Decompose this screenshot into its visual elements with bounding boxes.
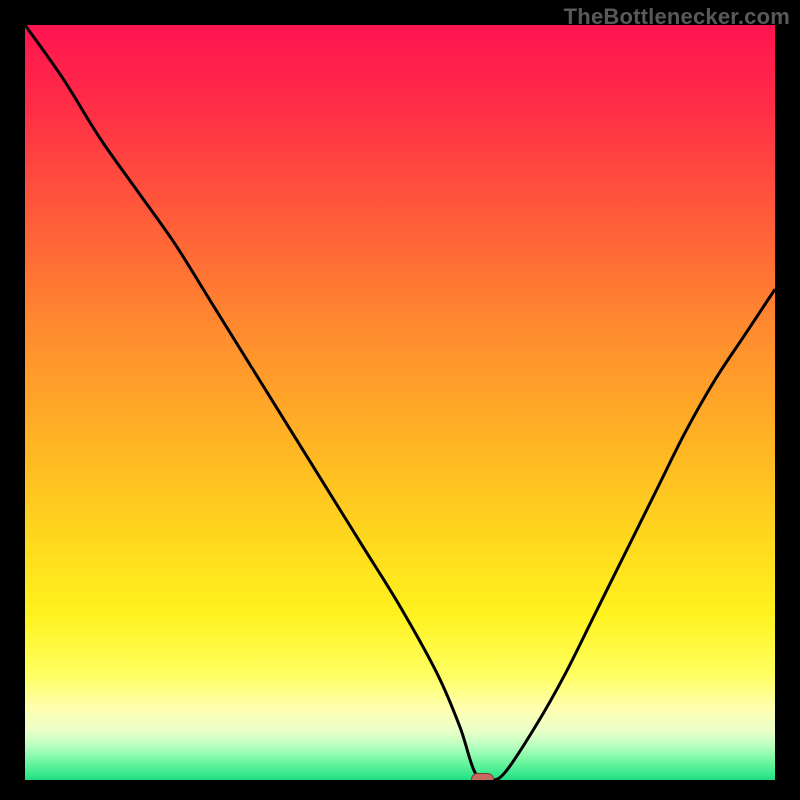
watermark-text: TheBottleneсker.com [564, 4, 790, 30]
gradient-background [25, 25, 775, 780]
frame-border-bottom [0, 780, 800, 800]
frame-border-left [0, 0, 25, 800]
bottleneck-chart [0, 0, 800, 800]
frame-border-right [775, 0, 800, 800]
chart-container: { "watermark": "TheBottleneсker.com", "c… [0, 0, 800, 800]
